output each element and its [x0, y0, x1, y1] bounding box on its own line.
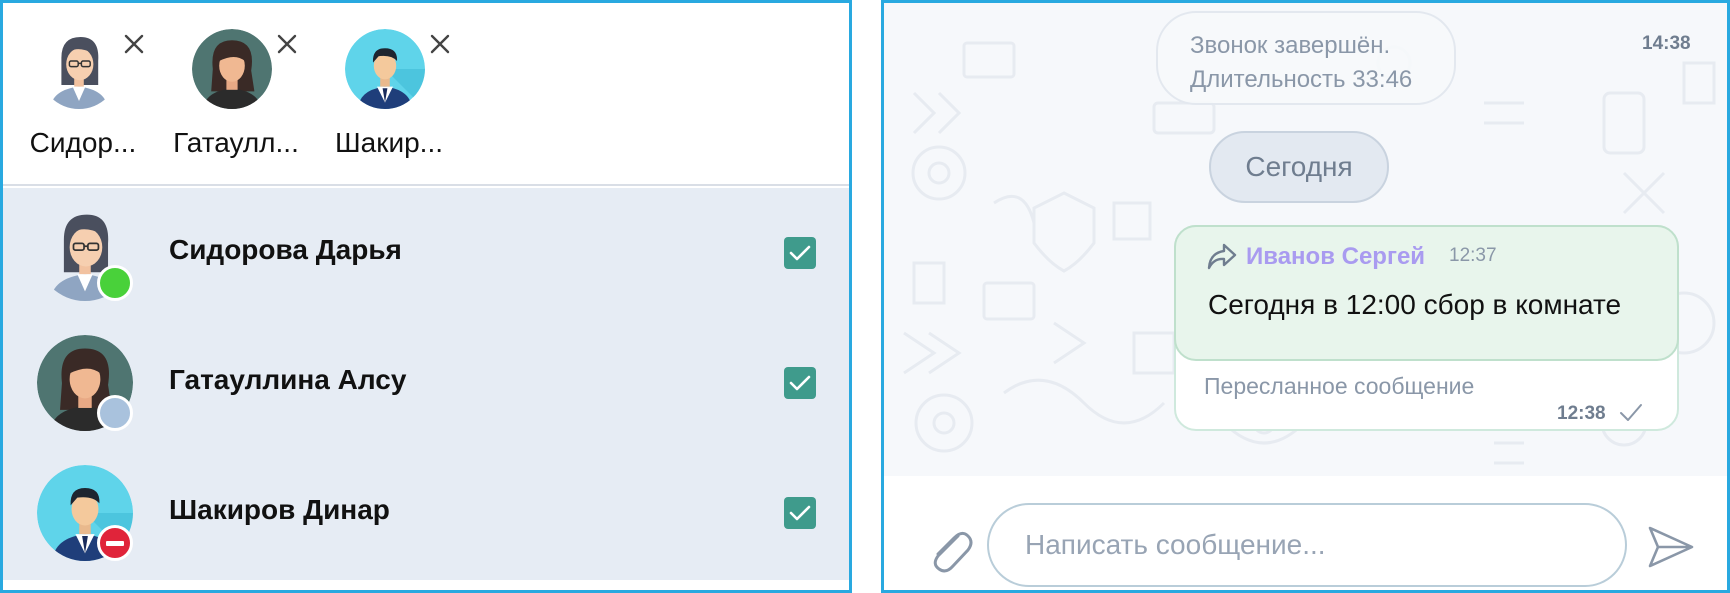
- avatar: [39, 29, 119, 109]
- date-separator: Сегодня: [1209, 131, 1389, 203]
- delivered-time: 12:38: [1557, 403, 1606, 424]
- chip-name: Шакир...: [334, 127, 444, 158]
- participants-panel: Сидор... Гатаулл... Шакир... Сидорова Да…: [0, 0, 852, 593]
- woman-glasses-avatar: [39, 29, 119, 109]
- sent-time: 12:37: [1449, 245, 1497, 266]
- contact-name: Сидорова Дарья: [169, 234, 402, 265]
- message-input[interactable]: [1025, 505, 1605, 585]
- call-duration-text: Длительность 33:46: [1190, 66, 1413, 93]
- close-icon[interactable]: [272, 29, 302, 59]
- message-input-wrapper: [987, 503, 1627, 587]
- avatar: [192, 29, 272, 109]
- contact-row[interactable]: Сидорова Дарья: [3, 188, 849, 318]
- selected-chip: Сидор...: [13, 29, 153, 169]
- status-online-icon: [97, 265, 133, 301]
- close-icon[interactable]: [119, 29, 149, 59]
- close-icon[interactable]: [425, 29, 455, 59]
- forwarded-message[interactable]: Иванов Сергей 12:37 Сегодня в 12:00 сбор…: [1174, 225, 1679, 431]
- checkbox-checked[interactable]: [784, 497, 816, 529]
- avatar: [345, 29, 425, 109]
- chip-name: Гатаулл...: [173, 127, 299, 158]
- selected-chip: Гатаулл...: [166, 29, 306, 169]
- contact-name: Гатауллина Алсу: [169, 364, 407, 395]
- checkbox-checked[interactable]: [784, 367, 816, 399]
- call-ended-text: Звонок завершён.: [1190, 32, 1391, 59]
- message-composer: [884, 476, 1727, 590]
- selected-participants-bar: Сидор... Гатаулл... Шакир...: [3, 3, 849, 186]
- selected-chip: Шакир...: [319, 29, 459, 169]
- checkmark-icon: [1620, 404, 1642, 421]
- send-icon[interactable]: [1646, 522, 1696, 572]
- checkmark-icon: [789, 375, 811, 391]
- checkmark-icon: [789, 245, 811, 261]
- contact-list: Сидорова Дарья Гатауллина Алсу Шакиров Д…: [3, 188, 849, 580]
- checkbox-checked[interactable]: [784, 237, 816, 269]
- checkmark-icon: [789, 505, 811, 521]
- chip-name: Сидор...: [29, 127, 137, 158]
- contact-row[interactable]: Шакиров Динар: [3, 448, 849, 578]
- call-time: 14:38: [1642, 33, 1691, 54]
- status-away-icon: [97, 395, 133, 431]
- man-suit-avatar: [345, 29, 425, 109]
- contact-name: Шакиров Динар: [169, 494, 390, 525]
- paperclip-icon[interactable]: [924, 524, 974, 574]
- chat-panel: Звонок завершён. Длительность 33:46 14:3…: [881, 0, 1730, 593]
- woman-dark-hair-avatar: [192, 29, 272, 109]
- call-ended-bubble: Звонок завершён. Длительность 33:46: [1156, 11, 1456, 105]
- forward-arrow-icon: [1207, 243, 1237, 270]
- message-area: Звонок завершён. Длительность 33:46 14:3…: [884, 3, 1727, 476]
- forwarded-label: Пересланное сообщение: [1204, 373, 1475, 399]
- sender-name[interactable]: Иванов Сергей: [1246, 243, 1425, 271]
- forwarded-content: Иванов Сергей 12:37 Сегодня в 12:00 сбор…: [1174, 225, 1679, 361]
- status-do-not-disturb-icon: [97, 525, 133, 561]
- contact-row[interactable]: Гатауллина Алсу: [3, 318, 849, 448]
- message-text: Сегодня в 12:00 сбор в комнате: [1208, 289, 1622, 320]
